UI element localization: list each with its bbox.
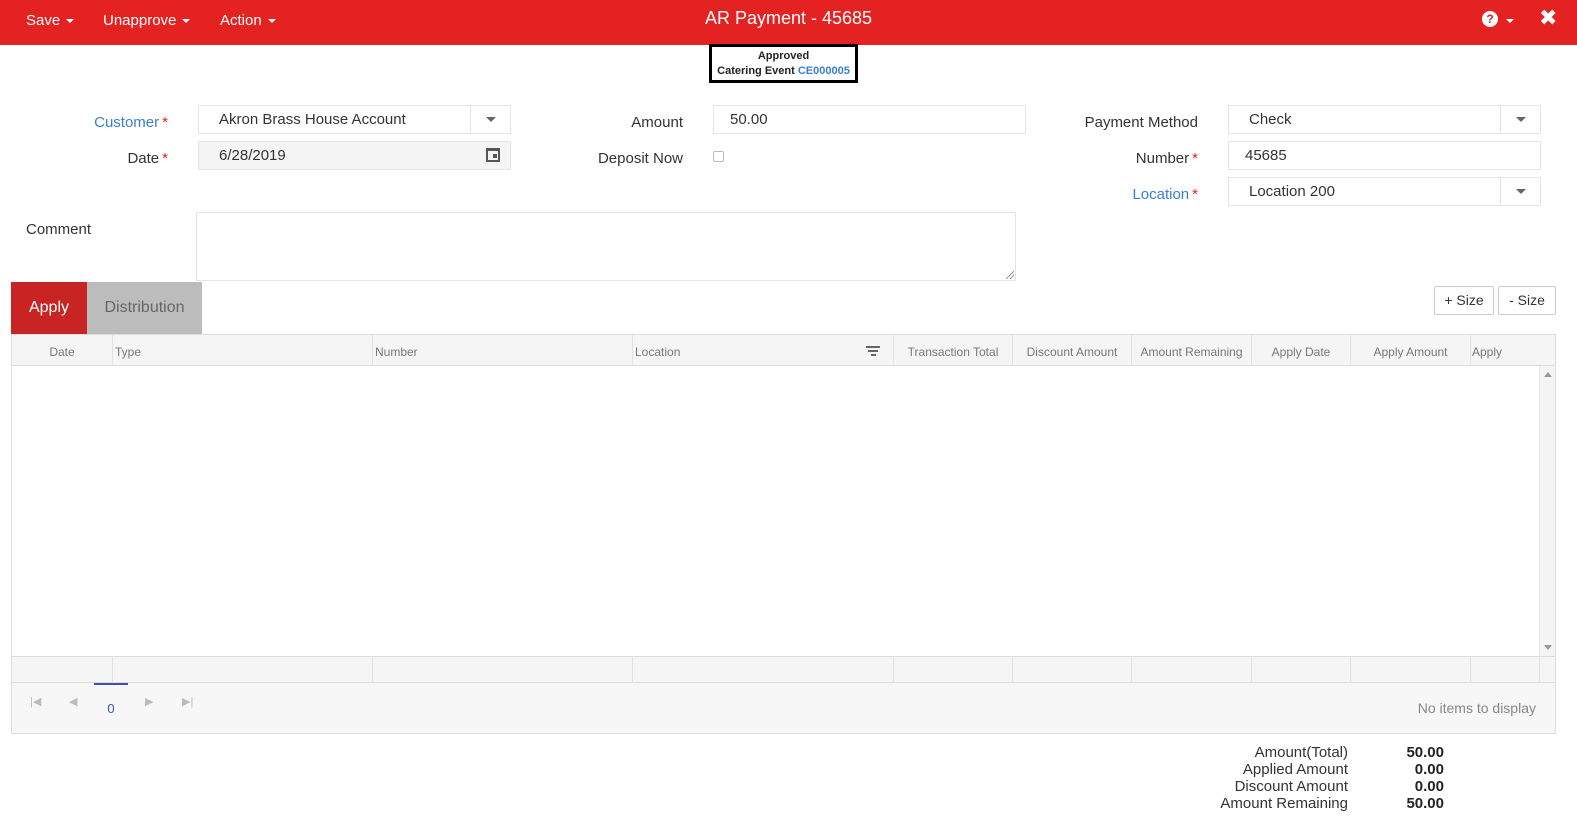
chevron-down-icon[interactable] (1506, 19, 1514, 23)
vertical-scrollbar[interactable] (1539, 366, 1555, 656)
status-reference: Catering Event CE000005 (712, 64, 855, 79)
scroll-down-icon[interactable] (1544, 645, 1552, 650)
location-label: Location * (1132, 186, 1198, 203)
chevron-down-icon (1516, 117, 1526, 122)
number-value: 45685 (1245, 147, 1287, 164)
dropdown-toggle[interactable] (470, 106, 510, 133)
number-label: Number * (1135, 150, 1198, 167)
column-header-apply[interactable]: Apply (1470, 335, 1539, 366)
tab-apply[interactable]: Apply (11, 282, 87, 334)
customer-label: Customer * (94, 114, 168, 131)
dropdown-toggle[interactable] (1500, 178, 1540, 205)
amount-label: Amount (631, 114, 683, 131)
chevron-down-icon (1516, 189, 1526, 194)
payment-method-label: Payment Method (1084, 114, 1198, 131)
footer-cell (1012, 657, 1013, 683)
discount-amount-label: Discount Amount (1234, 778, 1348, 795)
date-value: 6/28/2019 (219, 147, 286, 164)
increase-size-button[interactable]: + Size (1434, 286, 1494, 315)
footer-cell (112, 657, 113, 683)
number-input[interactable]: 45685 (1228, 141, 1541, 170)
payment-method-value: Check (1249, 111, 1292, 128)
footer-cell (1131, 657, 1132, 683)
applied-amount-value: 0.00 (1414, 761, 1444, 778)
next-page-icon[interactable]: ▶ (145, 695, 153, 708)
tab-distribution[interactable]: Distribution (87, 282, 202, 334)
page-title: AR Payment - 45685 (704, 8, 873, 28)
resize-handle[interactable] (1006, 271, 1014, 279)
deposit-now-label: Deposit Now (597, 150, 683, 167)
amount-remaining-value: 50.00 (1406, 795, 1444, 812)
last-page-icon[interactable]: ▶| (182, 695, 193, 708)
discount-amount-value: 0.00 (1414, 778, 1444, 795)
footer-cell (1470, 657, 1471, 683)
column-header-location[interactable]: Location (632, 335, 893, 366)
column-header-apply-date[interactable]: Apply Date (1251, 335, 1350, 366)
column-header-discount-amount[interactable]: Discount Amount (1012, 335, 1131, 366)
deposit-now-checkbox[interactable] (713, 151, 724, 162)
apply-grid: Date Type Number Location Transaction To… (11, 334, 1556, 734)
column-header-number[interactable]: Number (372, 335, 632, 366)
footer-cell (1251, 657, 1252, 683)
column-header-apply-amount[interactable]: Apply Amount (1350, 335, 1470, 366)
payment-method-select[interactable]: Check (1228, 105, 1541, 134)
footer-cell (893, 657, 894, 683)
decrease-size-button[interactable]: - Size (1498, 286, 1556, 315)
question-circle-icon[interactable]: ? (1482, 11, 1498, 27)
comment-label: Comment (26, 221, 92, 238)
grid-header: Date Type Number Location Transaction To… (12, 335, 1555, 366)
first-page-icon[interactable]: |◀ (30, 695, 41, 708)
amount-remaining-label: Amount Remaining (1220, 795, 1348, 812)
status-state: Approved (757, 50, 810, 62)
catering-event-link[interactable]: CE000005 (798, 65, 850, 77)
status-badge: Approved Catering Event CE000005 (709, 44, 858, 83)
date-field[interactable]: 6/28/2019 (198, 141, 511, 170)
total-amount-label: Amount(Total) (1254, 744, 1348, 761)
customer-select[interactable]: Akron Brass House Account (198, 105, 511, 134)
footer-cell (372, 657, 373, 683)
current-page[interactable]: 0 (94, 683, 128, 719)
grid-pager: |◀ ◀ 0 ▶ ▶| No items to display (12, 683, 1555, 733)
amount-value: 50.00 (730, 111, 768, 128)
applied-amount-label: Applied Amount (1242, 761, 1348, 778)
comment-textarea[interactable] (196, 212, 1016, 281)
top-toolbar: Save Unapprove Action AR Payment - 45685… (0, 0, 1577, 45)
calendar-icon[interactable] (486, 148, 500, 162)
location-select[interactable]: Location 200 (1228, 177, 1541, 206)
grid-footer-row (12, 656, 1555, 683)
status-ref-label: Catering Event (717, 65, 795, 77)
previous-page-icon[interactable]: ◀ (69, 695, 77, 708)
close-icon[interactable]: ✖ (1539, 6, 1557, 30)
amount-input[interactable]: 50.00 (713, 105, 1026, 134)
date-label: Date * (127, 150, 168, 167)
column-header-amount-remaining[interactable]: Amount Remaining (1131, 335, 1251, 366)
footer-cell (1539, 657, 1540, 683)
column-header-date[interactable]: Date (12, 335, 112, 366)
footer-cell (632, 657, 633, 683)
empty-grid-message: No items to display (1417, 700, 1536, 716)
customer-value: Akron Brass House Account (219, 111, 406, 128)
column-header-transaction-total[interactable]: Transaction Total (893, 335, 1012, 366)
column-header-type[interactable]: Type (112, 335, 372, 366)
location-value: Location 200 (1249, 183, 1335, 200)
chevron-down-icon (486, 117, 496, 122)
total-amount-value: 50.00 (1406, 744, 1444, 761)
filter-icon[interactable] (866, 346, 880, 356)
footer-cell (1350, 657, 1351, 683)
scroll-up-icon[interactable] (1544, 372, 1552, 377)
dropdown-toggle[interactable] (1500, 106, 1540, 133)
